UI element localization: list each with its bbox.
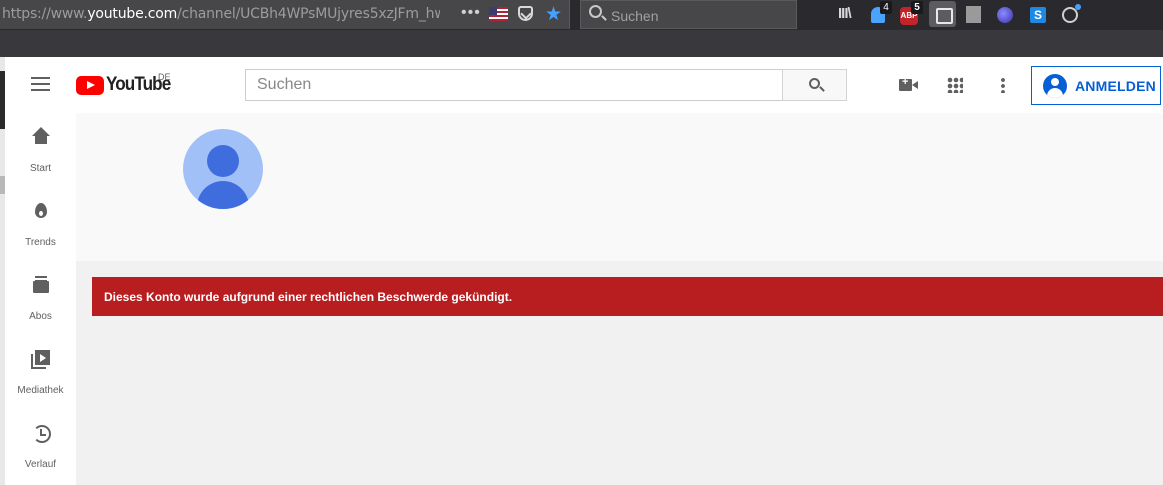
ghostery-badge: 4 [880,1,892,14]
guide-item-trends[interactable]: Trends [5,187,76,261]
search-icon [589,5,602,18]
guide-item-mediathek[interactable]: Mediathek [5,335,76,409]
account-circle-icon [1043,73,1067,98]
browser-search-box[interactable]: Suchen [580,0,797,29]
firefox-account-icon[interactable] [1062,4,1081,23]
adblock-badge: 5 [911,1,923,14]
sidebar-toggle-icon[interactable] [929,1,956,27]
search-icon [809,78,820,89]
guide-item-label: Trends [25,237,56,248]
url-text[interactable]: https://www.youtube.com/channel/UCBh4WPs… [2,6,440,22]
globe-extension-icon[interactable] [997,7,1013,23]
channel-header [76,113,1163,261]
search-input-container[interactable] [245,69,783,101]
more-options-icon[interactable] [1001,77,1005,93]
library-icon [30,349,52,371]
guide-item-label: Mediathek [17,385,64,396]
browser-toolbar: https://www.youtube.com/channel/UCBh4WPs… [0,0,1163,57]
url-bar[interactable]: https://www.youtube.com/channel/UCBh4WPs… [0,0,570,29]
pocket-icon[interactable] [518,6,533,21]
bookmark-star-icon[interactable]: ★ [545,3,562,26]
menu-icon[interactable] [31,77,50,91]
s-extension-icon[interactable]: S [1030,7,1046,23]
page-actions-menu-icon[interactable]: ••• [461,4,481,22]
masthead: YouTube DE ANMELDEN [5,57,1163,113]
guide-item-label: Verlauf [24,459,57,470]
guide-sidebar: Start Trends Abos Mediathek Verlauf [5,113,76,485]
youtube-logo[interactable]: YouTube DE [76,72,177,96]
guide-item-verlauf[interactable]: Verlauf [5,409,76,483]
region-code: DE [158,72,171,82]
channel-content: Dieses Konto wurde aufgrund einer rechtl… [76,261,1163,485]
extension-icon[interactable] [966,6,981,23]
default-avatar-icon [183,129,263,209]
search-button[interactable] [782,69,847,101]
guide-item-start[interactable]: Start [5,113,76,187]
alert-message: Dieses Konto wurde aufgrund einer rechtl… [104,290,513,304]
us-flag-icon[interactable] [489,7,508,21]
guide-item-label: Abos [29,311,52,322]
guide-item-label: Start [29,163,52,174]
subscriptions-icon [30,275,52,297]
home-icon [30,127,52,149]
library-toolbar-icon[interactable]: III\ [838,5,856,23]
browser-bookmarks-area [0,30,1163,57]
apps-grid-icon[interactable] [947,77,963,93]
trending-icon [30,201,52,223]
browser-search-placeholder: Suchen [611,8,659,24]
ghostery-icon[interactable]: 4 [871,1,892,23]
youtube-play-icon [76,75,104,95]
url-host: youtube.com [87,6,178,22]
signin-button[interactable]: ANMELDEN [1031,66,1161,105]
search-input[interactable] [246,70,783,100]
signin-label: ANMELDEN [1075,77,1156,94]
create-video-icon[interactable] [899,76,918,91]
youtube-page: YouTube DE ANMELDEN Start Trends Abos [0,57,1163,485]
guide-item-abos[interactable]: Abos [5,261,76,335]
account-terminated-alert: Dieses Konto wurde aufgrund einer rechtl… [92,277,1163,316]
history-icon [30,423,52,445]
adblock-icon[interactable]: ABP 5 [900,1,923,25]
